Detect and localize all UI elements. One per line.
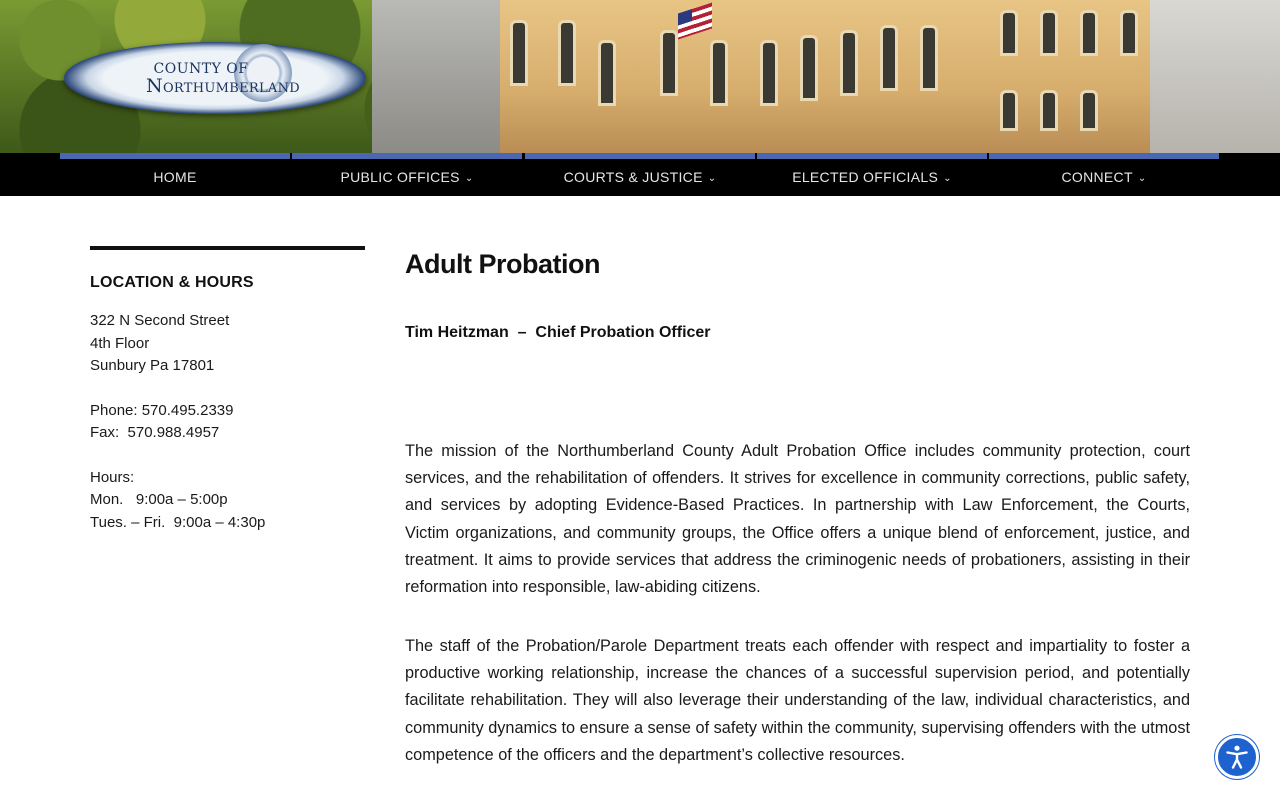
sidebar-location-hours: LOCATION & HOURS 322 N Second Street 4th… (90, 246, 365, 534)
chevron-down-icon: ⌄ (1137, 173, 1147, 184)
address-line: Sunbury Pa 17801 (90, 357, 215, 374)
hours-line: Tues. – Fri. 9:00a – 4:30p (90, 513, 266, 531)
banner-building-right (1150, 0, 1280, 153)
main-nav: HOME PUBLIC OFFICES ⌄ COURTS & JUSTICE ⌄ E… (0, 153, 1280, 196)
nav-item-elected-officials[interactable]: ELECTED OFFICIALS ⌄ (757, 153, 987, 196)
nav-item-public-offices[interactable]: PUBLIC OFFICES ⌄ (292, 153, 522, 196)
nav-item-courts-justice[interactable]: COURTS & JUSTICE ⌄ (525, 153, 755, 196)
banner-building-left (372, 0, 500, 153)
address-line: 4th Floor (90, 334, 150, 352)
phone-number: Phone: 570.495.2339 (90, 401, 234, 419)
staff-paragraph: The staff of the Probation/Parole Depart… (405, 637, 1190, 764)
header-banner: County of Northumberland (0, 0, 1280, 153)
nav-item-label: COURTS & JUSTICE (563, 169, 703, 185)
county-logo[interactable]: County of Northumberland (64, 42, 366, 114)
sidebar-heading: LOCATION & HOURS (90, 274, 254, 291)
chevron-down-icon: ⌄ (707, 173, 717, 184)
chevron-down-icon: ⌄ (943, 173, 952, 184)
accessibility-person-icon (1226, 745, 1248, 769)
nav-item-label: PUBLIC OFFICES (340, 169, 460, 185)
accessibility-button[interactable] (1215, 735, 1259, 779)
page-title: Adult Probation (405, 249, 600, 279)
hours-line: Mon. 9:00a – 5:00p (90, 491, 228, 508)
logo-line2: Northumberland (146, 75, 300, 97)
mission-paragraph: The mission of the Northumberland County… (405, 442, 1190, 597)
chevron-down-icon: ⌄ (464, 173, 474, 184)
nav-item-home[interactable]: HOME (60, 153, 290, 196)
banner-courthouse (500, 0, 1150, 153)
chief-officer: Tim Heitzman – Chief Probation Officer (405, 324, 711, 341)
fax-number: Fax: 570.988.4957 (90, 424, 220, 441)
address-line: 322 N Second Street (90, 312, 230, 329)
nav-item-label: HOME (153, 169, 197, 185)
nav-item-label: ELECTED OFFICIALS (792, 169, 939, 185)
hours-label: Hours: (90, 468, 135, 486)
nav-item-connect[interactable]: CONNECT ⌄ (989, 153, 1219, 196)
nav-item-label: CONNECT (1061, 169, 1133, 185)
